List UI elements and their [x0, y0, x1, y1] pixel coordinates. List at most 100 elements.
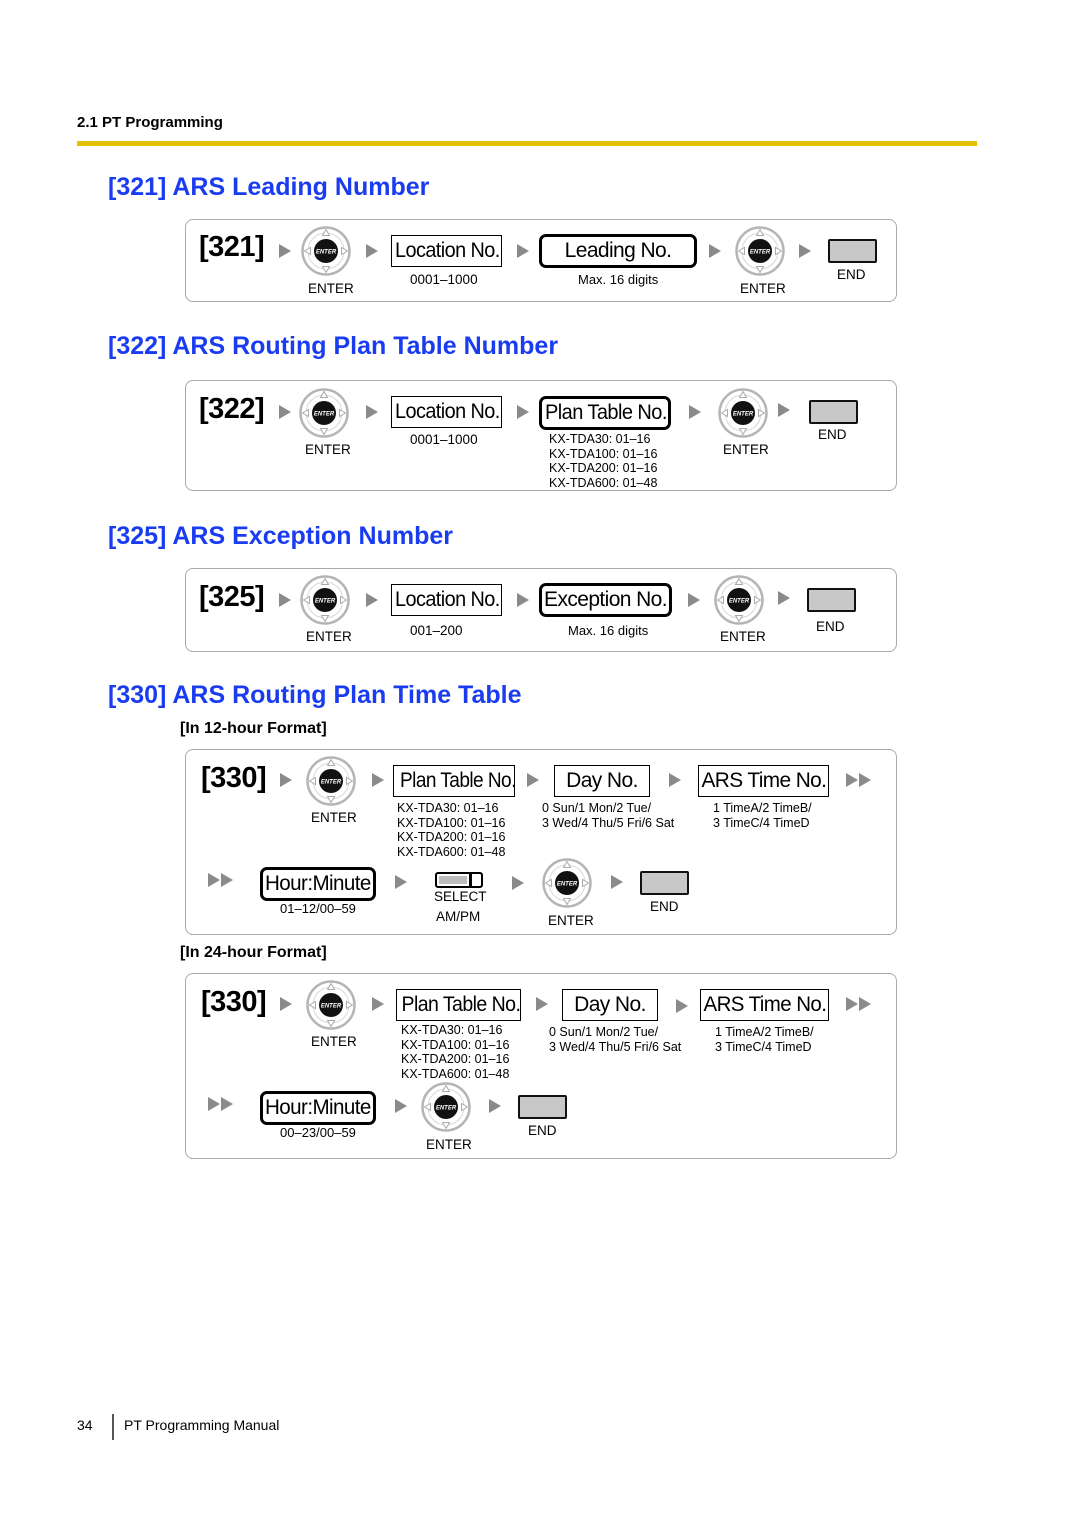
enter-label: ENTER — [306, 629, 352, 644]
enter-label: ENTER — [308, 281, 354, 296]
leading-no-field: Leading No. — [539, 234, 697, 268]
day-no-field: Day No. — [562, 989, 658, 1021]
arrow-icon — [517, 593, 529, 607]
range-line: KX-TDA200: 01–16 — [549, 461, 658, 475]
enter-label: ENTER — [548, 913, 594, 928]
enter-label: ENTER — [723, 442, 769, 457]
select-desc: AM/PM — [436, 909, 481, 924]
program-code: [322] — [199, 393, 265, 425]
plan-table-range-list: KX-TDA30: 01–16 KX-TDA100: 01–16 KX-TDA2… — [397, 801, 505, 859]
svg-text:ENTER: ENTER — [729, 598, 750, 604]
enter-key-icon: ENTER — [301, 226, 351, 276]
flow-panel-325: [325] ENTER ENTER Location No. 001–200 E… — [185, 568, 897, 652]
option-line: 3 TimeC/4 TimeD — [715, 1039, 812, 1054]
program-code: [330] — [201, 762, 267, 794]
exception-no-field: Exception No. — [539, 583, 672, 617]
range-line: KX-TDA100: 01–16 — [549, 446, 658, 461]
hour-minute-field: Hour:Minute — [260, 1091, 376, 1125]
arrow-icon — [372, 997, 384, 1011]
section-header: 2.1 PT Programming — [77, 114, 223, 131]
range-line: KX-TDA100: 01–16 — [397, 815, 506, 830]
continue-arrow-icon — [846, 997, 876, 1011]
enter-key-icon: ENTER — [299, 388, 349, 438]
range-line: KX-TDA30: 01–16 — [401, 1023, 503, 1037]
section-title-325: [325] ARS Exception Number — [108, 522, 453, 550]
continue-arrow-icon — [208, 873, 238, 887]
program-code: [321] — [199, 231, 265, 263]
end-label: END — [816, 619, 845, 634]
location-no-range: 0001–1000 — [410, 272, 478, 287]
flow-panel-322: [322] ENTER ENTER Location No. 0001–1000… — [185, 380, 897, 491]
hour-minute-range: 01–12/00–59 — [280, 901, 356, 916]
enter-key-icon: ENTER — [421, 1082, 471, 1132]
svg-text:ENTER: ENTER — [750, 249, 771, 255]
arrow-icon — [280, 773, 292, 787]
leading-no-range: Max. 16 digits — [578, 272, 659, 287]
program-code: [325] — [199, 581, 265, 613]
arrow-icon — [512, 876, 524, 890]
plan-table-range-list: KX-TDA30: 01–16 KX-TDA100: 01–16 KX-TDA2… — [549, 432, 657, 490]
ars-time-options: 1 TimeA/2 TimeB/ 3 TimeC/4 TimeD — [715, 1025, 814, 1054]
range-line: KX-TDA200: 01–16 — [401, 1052, 510, 1066]
end-key-icon — [807, 588, 856, 612]
arrow-icon — [689, 405, 701, 419]
section-title-321: [321] ARS Leading Number — [108, 173, 430, 201]
arrow-icon — [611, 875, 623, 889]
option-line: 3 Wed/4 Thu/5 Fri/6 Sat — [549, 1039, 682, 1054]
select-label: SELECT — [434, 889, 487, 904]
arrow-icon — [517, 244, 529, 258]
flow-panel-321: [321] ENTER ENTER Location No. 0001–1000… — [185, 219, 897, 302]
enter-label: ENTER — [311, 810, 357, 825]
range-line: KX-TDA600: 01–48 — [549, 475, 658, 490]
range-line: KX-TDA30: 01–16 — [549, 432, 651, 446]
svg-text:ENTER: ENTER — [316, 249, 337, 255]
range-line: KX-TDA30: 01–16 — [397, 801, 499, 815]
footer-divider — [112, 1414, 114, 1440]
day-no-options: 0 Sun/1 Mon/2 Tue/ 3 Wed/4 Thu/5 Fri/6 S… — [549, 1025, 681, 1054]
svg-text:ENTER: ENTER — [557, 881, 578, 887]
section-title-330: [330] ARS Routing Plan Time Table — [108, 681, 522, 709]
plan-table-no-field: Plan Table No. — [539, 396, 671, 430]
arrow-icon — [279, 244, 291, 258]
section-title-322: [322] ARS Routing Plan Table Number — [108, 332, 559, 360]
option-line: 1 TimeA/2 TimeB/ — [713, 801, 812, 815]
enter-key-icon: ENTER — [306, 756, 356, 806]
enter-label: ENTER — [740, 281, 786, 296]
arrow-icon — [372, 773, 384, 787]
enter-key-icon: ENTER — [300, 575, 350, 625]
hour-minute-field: Hour:Minute — [260, 867, 376, 901]
svg-text:ENTER: ENTER — [315, 598, 336, 604]
enter-key-icon: ENTER — [306, 980, 356, 1030]
arrow-icon — [489, 1099, 501, 1113]
arrow-icon — [527, 773, 539, 787]
end-label: END — [650, 899, 679, 914]
option-line: 0 Sun/1 Mon/2 Tue/ — [542, 801, 652, 815]
exception-no-range: Max. 16 digits — [568, 623, 649, 638]
arrow-icon — [669, 773, 681, 787]
page-number: 34 — [77, 1417, 93, 1433]
svg-text:ENTER: ENTER — [436, 1105, 457, 1111]
hour-minute-range: 00–23/00–59 — [280, 1125, 356, 1140]
option-line: 3 Wed/4 Thu/5 Fri/6 Sat — [542, 815, 675, 830]
arrow-icon — [536, 997, 548, 1011]
arrow-icon — [366, 593, 378, 607]
location-no-range: 001–200 — [410, 623, 463, 638]
range-line: KX-TDA100: 01–16 — [401, 1037, 510, 1052]
svg-text:ENTER: ENTER — [314, 411, 335, 417]
footer-title: PT Programming Manual — [124, 1417, 280, 1433]
flow-panel-330-12h: [330] ENTER ENTER Plan Table No. KX-TDA3… — [185, 749, 897, 935]
plan-table-no-field: Plan Table No. — [396, 989, 521, 1021]
svg-text:ENTER: ENTER — [321, 1003, 342, 1009]
ars-time-options: 1 TimeA/2 TimeB/ 3 TimeC/4 TimeD — [713, 801, 812, 830]
option-line: 1 TimeA/2 TimeB/ — [715, 1025, 814, 1039]
arrow-icon — [517, 405, 529, 419]
arrow-icon — [366, 405, 378, 419]
day-no-options: 0 Sun/1 Mon/2 Tue/ 3 Wed/4 Thu/5 Fri/6 S… — [542, 801, 674, 830]
end-key-icon — [809, 400, 858, 424]
header-rule — [77, 141, 977, 146]
arrow-icon — [778, 403, 790, 417]
end-key-icon — [640, 871, 689, 895]
format-subtitle-12h: [In 12-hour Format] — [180, 720, 327, 737]
range-line: KX-TDA600: 01–48 — [397, 844, 506, 859]
enter-key-icon: ENTER — [718, 388, 768, 438]
